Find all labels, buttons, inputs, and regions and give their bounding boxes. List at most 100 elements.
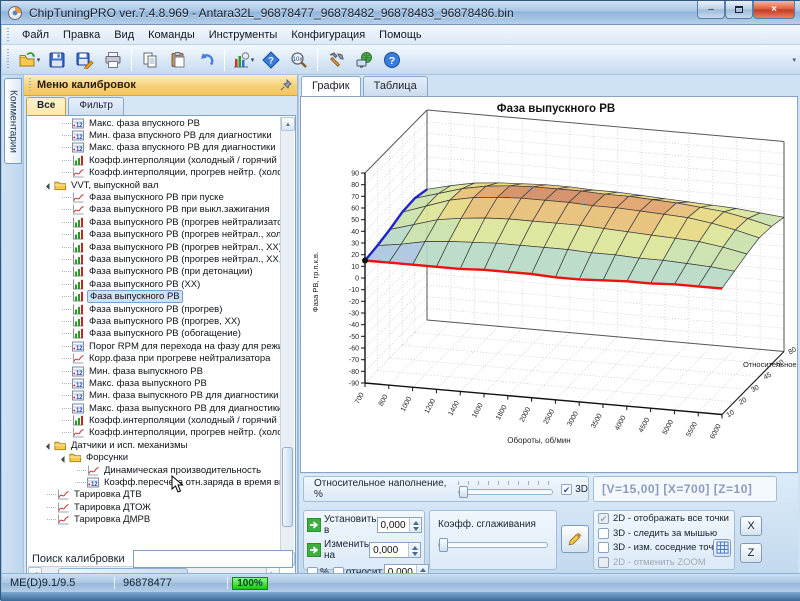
smoothing-slider[interactable] — [438, 538, 548, 552]
expanded-arrow-icon[interactable] — [61, 456, 68, 463]
tree-guide-line — [62, 333, 71, 334]
tree-item[interactable]: Фаза выпускного РВ при пуске — [28, 191, 280, 203]
tree-item[interactable]: Коэфф.интерполяции (холодный / горячий ) — [28, 414, 280, 426]
tree-item[interactable]: Тарировка ДМРВ — [28, 514, 280, 526]
tree-item[interactable]: 12Макс. фаза впускного РВ — [28, 117, 280, 129]
save-button[interactable] — [44, 47, 70, 72]
undo-button[interactable] — [193, 47, 219, 72]
tree-item[interactable]: Фаза выпускного РВ (прогрев нейтрал., хо… — [28, 229, 280, 241]
tree-item[interactable]: Фаза выпускного РВ (прогрев) — [28, 303, 280, 315]
menu-item-4[interactable]: Инструменты — [202, 27, 285, 43]
tree-item[interactable]: Фаза выпускного РВ (ХХ) — [28, 278, 280, 290]
svg-text:40: 40 — [351, 229, 359, 236]
paste-button[interactable] — [165, 47, 191, 72]
tree-item[interactable]: Тарировка ДТВ — [28, 489, 280, 501]
open-file-button[interactable]: ▾ — [16, 47, 42, 72]
smoothing-slider-thumb[interactable] — [439, 538, 448, 552]
tree-item[interactable]: Фаза выпускного РВ при выкл.зажигания — [28, 204, 280, 216]
tree-item[interactable]: 12Макс. фаза впускного РВ для диагностик… — [28, 142, 280, 154]
network-button[interactable] — [351, 47, 377, 72]
tree-item[interactable]: Фаза выпускного РВ (при детонации) — [28, 266, 280, 278]
close-button[interactable]: × — [753, 1, 795, 19]
tree-item[interactable]: Фаза выпускного РВ (прогрев нейтрализато… — [28, 216, 280, 228]
tree-item[interactable]: 12Мин. фаза выпускного РВ — [28, 365, 280, 377]
option-checkbox-0[interactable] — [598, 513, 609, 524]
minimize-button[interactable]: – — [697, 1, 725, 19]
option-checkbox-1[interactable] — [598, 528, 609, 539]
print-button[interactable] — [100, 47, 126, 72]
x-axis-button[interactable]: X — [740, 516, 762, 536]
tree-folder[interactable]: VVT, выпускной вал — [28, 179, 280, 191]
dropdown-arrow-icon[interactable]: ▾ — [37, 56, 41, 64]
tree-item[interactable]: Фаза выпускного РВ — [28, 290, 280, 302]
tree-guide-line — [62, 197, 71, 198]
tree-item[interactable]: 12Макс. фаза выпускного РВ для диагности… — [28, 402, 280, 414]
option-checkbox-3[interactable] — [598, 557, 609, 568]
apply-change-button[interactable] — [307, 543, 321, 557]
maximize-button[interactable] — [725, 1, 753, 19]
tree-item[interactable]: Фаза выпускного РВ (обогащение) — [28, 328, 280, 340]
menu-item-0[interactable]: Файл — [15, 27, 56, 43]
menu-item-1[interactable]: Правка — [56, 27, 107, 43]
copy-button[interactable] — [137, 47, 163, 72]
vscroll-thumb[interactable] — [282, 447, 293, 527]
tree-folder[interactable]: Форсунки — [28, 452, 280, 464]
tree-item[interactable]: 12Макс. фаза выпускного РВ — [28, 377, 280, 389]
tree-item[interactable]: Фаза выпускного РВ (прогрев нейтрал., ХХ… — [28, 241, 280, 253]
change-value-spinner[interactable]: 0,000 — [369, 542, 421, 558]
tree-item[interactable]: Коэфф.интерполяции (холодный / горячий ) — [28, 154, 280, 166]
tree-item[interactable]: 12Порог RPM для перехода на фазу для реж… — [28, 340, 280, 352]
menu-item-3[interactable]: Команды — [141, 27, 202, 43]
expanded-arrow-icon[interactable] — [46, 443, 53, 450]
tree-item[interactable]: 12Мин. фаза выпускного РВ для диагностик… — [28, 390, 280, 402]
search-input[interactable] — [133, 550, 293, 568]
expanded-arrow-icon[interactable] — [46, 183, 53, 190]
tree-vscrollbar[interactable]: ▲ ▼ — [280, 117, 294, 566]
menu-item-6[interactable]: Помощь — [372, 27, 429, 43]
folder-icon — [69, 452, 81, 463]
tree-folder[interactable]: Датчики и исп. механизмы — [28, 439, 280, 451]
tree-item[interactable]: 12Коэфф.пересчета отн.заряда в время впр… — [28, 476, 280, 488]
toolbar-overflow-icon[interactable]: ▾ — [792, 56, 796, 64]
apply-set-button[interactable] — [307, 518, 321, 532]
tree-item-label: Фаза выпускного РВ (прогрев нейтрал., ХХ… — [87, 242, 280, 253]
tree-item[interactable]: Фаза выпускного РВ (прогрев, ХХ) — [28, 315, 280, 327]
tree-item[interactable]: Динамическая производительность — [28, 464, 280, 476]
pin-icon[interactable] — [280, 79, 292, 91]
tree-item[interactable]: Коэфф.интерполяции, прогрев нейтр. (холо… — [28, 427, 280, 439]
compare-charts-button[interactable]: ▾ — [230, 47, 256, 72]
z-axis-button[interactable]: Z — [740, 543, 762, 563]
tree-item[interactable]: Коэфф.интерполяции, прогрев нейтр. (холо… — [28, 167, 280, 179]
main-tab-grafik[interactable]: График — [301, 76, 361, 96]
menu-item-5[interactable]: Конфигурация — [284, 27, 372, 43]
comments-tab[interactable]: Комментарии — [4, 78, 22, 164]
tree-item-label: Коэфф.интерполяции, прогрев нейтр. (холо… — [87, 427, 280, 438]
main-tab-tablica[interactable]: Таблица — [363, 76, 428, 96]
tree-guide-line — [62, 395, 71, 396]
3d-checkbox[interactable] — [561, 484, 572, 495]
sidebar-tab-фильтр[interactable]: Фильтр — [68, 97, 124, 115]
tree-item[interactable]: Фаза выпускного РВ (прогрев нейтрал., ХХ… — [28, 253, 280, 265]
fill-slider-thumb[interactable] — [459, 486, 468, 498]
tools-button[interactable] — [323, 47, 349, 72]
chart-icon — [72, 304, 84, 315]
save-as-button[interactable] — [72, 47, 98, 72]
dropdown-arrow-icon[interactable]: ▾ — [251, 56, 255, 64]
tree-item[interactable]: Корр.фаза при прогреве нейтрализатора — [28, 352, 280, 364]
option-checkbox-2[interactable] — [598, 542, 609, 553]
surface-chart[interactable]: -90-80-70-60-50-40-30-20-100102030405060… — [300, 96, 798, 473]
chart-icon — [72, 242, 84, 253]
grid-points-button[interactable] — [713, 539, 731, 557]
set-value-spinner[interactable]: 0,000 — [377, 517, 422, 533]
apply-smoothing-button[interactable] — [561, 525, 589, 553]
menu-item-2[interactable]: Вид — [107, 27, 141, 43]
tree-item[interactable]: Тарировка ДТОЖ — [28, 501, 280, 513]
zoom-10x-button[interactable]: 10x — [286, 47, 312, 72]
help-button[interactable]: ? — [379, 47, 405, 72]
main-panel: ГрафикТаблица -90-80-70-60-50-40-30-20-1… — [299, 75, 800, 573]
info-diamond-button[interactable]: ? — [258, 47, 284, 72]
tree-item[interactable]: 12Мин. фаза впускного РВ для диагностики — [28, 129, 280, 141]
fill-slider[interactable] — [458, 486, 553, 498]
scroll-up-icon[interactable]: ▲ — [281, 117, 295, 131]
sidebar-tab-все[interactable]: Все — [26, 97, 66, 115]
